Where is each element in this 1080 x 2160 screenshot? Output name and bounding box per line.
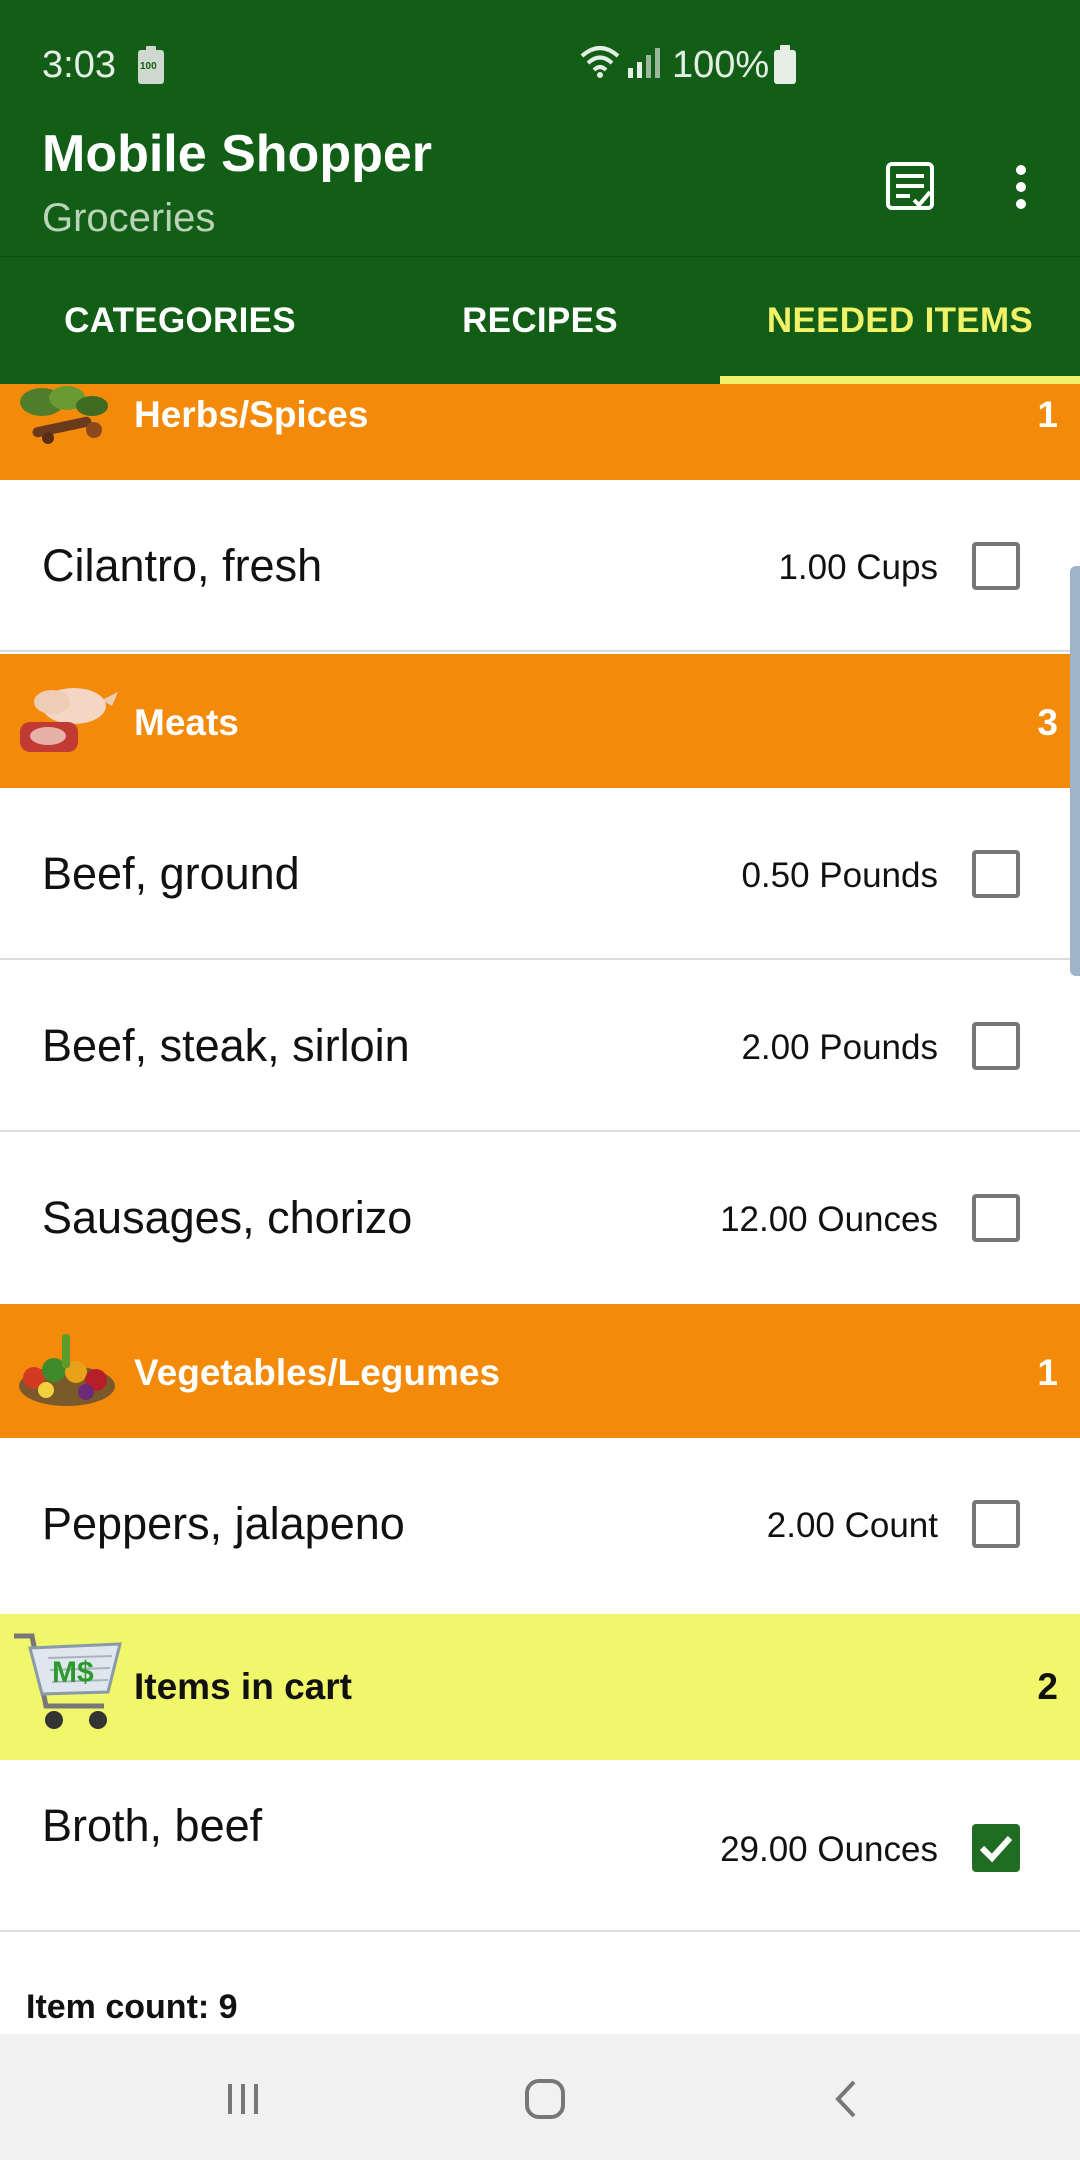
item-checkbox[interactable] bbox=[972, 1022, 1020, 1070]
category-header-meats[interactable]: Meats 3 bbox=[0, 654, 1080, 788]
items-list[interactable]: Herbs/Spices 1 Cilantro, fresh 1.00 Cups… bbox=[0, 384, 1080, 2034]
tab-needed-items[interactable]: NEEDED ITEMS bbox=[720, 257, 1080, 384]
tab-categories[interactable]: CATEGORIES bbox=[0, 257, 360, 384]
item-quantity: 12.00 Ounces bbox=[720, 1200, 938, 1239]
list-item[interactable]: Beef, steak, sirloin 2.00 Pounds bbox=[0, 960, 1080, 1132]
category-count: 3 bbox=[1037, 702, 1058, 743]
status-time: 3:03 bbox=[42, 44, 116, 86]
more-vert-icon[interactable] bbox=[986, 152, 1056, 222]
cart-count: 2 bbox=[1037, 1666, 1058, 1707]
category-name: Vegetables/Legumes bbox=[134, 1352, 501, 1393]
app-subtitle: Groceries bbox=[42, 196, 216, 240]
system-nav-bar bbox=[0, 2034, 1080, 2160]
list-item[interactable]: Beef, ground 0.50 Pounds bbox=[0, 788, 1080, 960]
item-quantity: 0.50 Pounds bbox=[741, 856, 938, 895]
category-header-vegetables[interactable]: Vegetables/Legumes 1 bbox=[0, 1304, 1080, 1438]
item-quantity: 1.00 Cups bbox=[778, 548, 938, 587]
item-quantity: 2.00 Count bbox=[766, 1506, 938, 1545]
item-checkbox[interactable] bbox=[972, 542, 1020, 590]
list-item[interactable]: Broth, beef 29.00 Ounces bbox=[0, 1760, 1080, 1932]
shopping-cart-icon: M$ bbox=[14, 1633, 122, 1729]
item-quantity: 2.00 Pounds bbox=[741, 1028, 938, 1067]
item-name: Broth, beef bbox=[42, 1800, 263, 1851]
tab-recipes[interactable]: RECIPES bbox=[360, 257, 720, 384]
meats-image bbox=[20, 688, 118, 752]
item-count: Item count: 9 bbox=[26, 1988, 238, 2026]
item-name: Beef, steak, sirloin bbox=[42, 1020, 410, 1071]
cart-header[interactable]: M$ Items in cart 2 bbox=[0, 1614, 1080, 1760]
list-check-icon[interactable] bbox=[876, 152, 946, 222]
cart-name: Items in cart bbox=[134, 1666, 352, 1707]
back-icon[interactable] bbox=[812, 2064, 882, 2134]
status-bar: 3:03 100 100% bbox=[0, 0, 1080, 130]
item-quantity: 29.00 Ounces bbox=[720, 1830, 938, 1869]
app-bar: 3:03 100 100% Mobile Shopper Groceries C… bbox=[0, 0, 1080, 384]
check-icon bbox=[979, 1835, 1013, 1863]
category-name: Meats bbox=[134, 702, 239, 743]
list-item[interactable]: Peppers, jalapeno 2.00 Count bbox=[0, 1438, 1080, 1610]
wifi-icon bbox=[580, 46, 620, 78]
category-header-herbs[interactable]: Herbs/Spices 1 bbox=[0, 384, 1080, 480]
category-count: 1 bbox=[1037, 1352, 1058, 1393]
recent-apps-icon[interactable] bbox=[208, 2064, 278, 2134]
vegetables-image bbox=[19, 1334, 115, 1406]
item-checkbox[interactable] bbox=[972, 850, 1020, 898]
home-icon[interactable] bbox=[510, 2064, 580, 2134]
list-item[interactable]: Cilantro, fresh 1.00 Cups bbox=[0, 480, 1080, 652]
item-name: Peppers, jalapeno bbox=[42, 1498, 405, 1549]
item-checkbox[interactable] bbox=[972, 1194, 1020, 1242]
battery-saver-label: 100 bbox=[140, 61, 157, 72]
battery-percent: 100% bbox=[672, 44, 770, 86]
herbs-spices-image bbox=[20, 386, 108, 444]
battery-saver-icon: 100 bbox=[138, 46, 164, 84]
item-checkbox[interactable] bbox=[972, 1824, 1020, 1872]
item-name: Cilantro, fresh bbox=[42, 540, 323, 591]
item-name: Sausages, chorizo bbox=[42, 1192, 413, 1243]
app-title: Mobile Shopper bbox=[42, 125, 432, 183]
category-count: 1 bbox=[1037, 394, 1058, 435]
item-name: Beef, ground bbox=[42, 848, 300, 899]
cart-logo-text: M$ bbox=[52, 1656, 94, 1689]
list-item[interactable]: Sausages, chorizo 12.00 Ounces bbox=[0, 1132, 1080, 1304]
battery-icon bbox=[774, 45, 796, 84]
category-name: Herbs/Spices bbox=[134, 394, 369, 435]
scrollbar[interactable] bbox=[1070, 566, 1080, 976]
signal-icon bbox=[628, 48, 660, 78]
item-checkbox[interactable] bbox=[972, 1500, 1020, 1548]
tab-bar: CATEGORIES RECIPES NEEDED ITEMS bbox=[0, 256, 1080, 384]
